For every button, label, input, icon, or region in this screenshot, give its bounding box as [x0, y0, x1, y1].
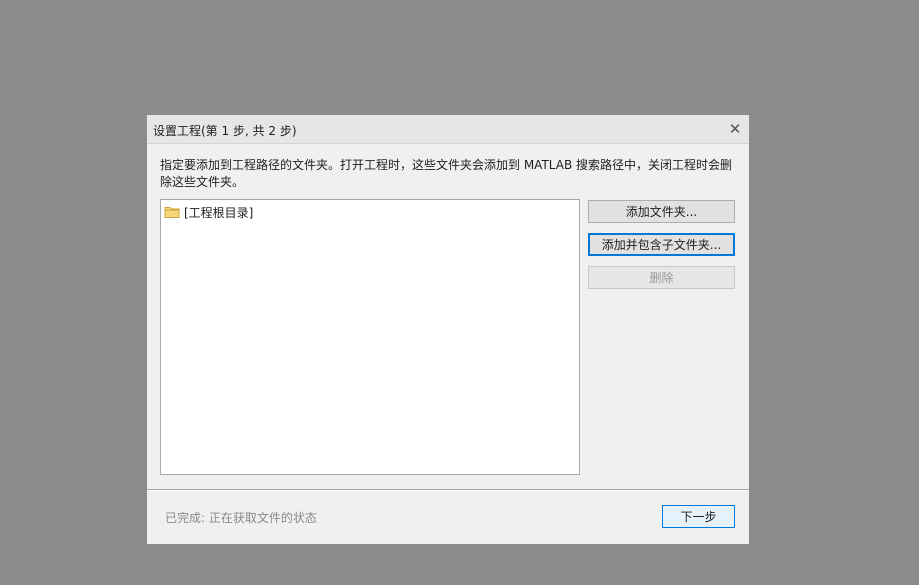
status-text: 已完成: 正在获取文件的状态 — [165, 511, 317, 525]
close-icon[interactable]: ✕ — [725, 119, 745, 139]
list-item-label: [工程根目录] — [184, 205, 254, 220]
dialog-titlebar: 设置工程(第 1 步, 共 2 步) ✕ — [147, 115, 749, 144]
remove-button: 删除 — [588, 266, 735, 289]
list-item[interactable]: [工程根目录] — [164, 203, 253, 221]
folder-list[interactable]: [工程根目录] — [160, 199, 580, 475]
dialog-title: 设置工程(第 1 步, 共 2 步) — [153, 124, 297, 138]
folder-icon — [164, 207, 180, 218]
setup-project-dialog: 设置工程(第 1 步, 共 2 步) ✕ 指定要添加到工程路径的文件夹。打开工程… — [147, 115, 749, 544]
dialog-description: 指定要添加到工程路径的文件夹。打开工程时，这些文件夹会添加到 MATLAB 搜索… — [160, 158, 732, 189]
footer-separator — [147, 489, 749, 491]
add-folder-button[interactable]: 添加文件夹... — [588, 200, 735, 223]
next-button[interactable]: 下一步 — [662, 505, 735, 528]
add-with-subfolders-button[interactable]: 添加并包含子文件夹... — [588, 233, 735, 256]
